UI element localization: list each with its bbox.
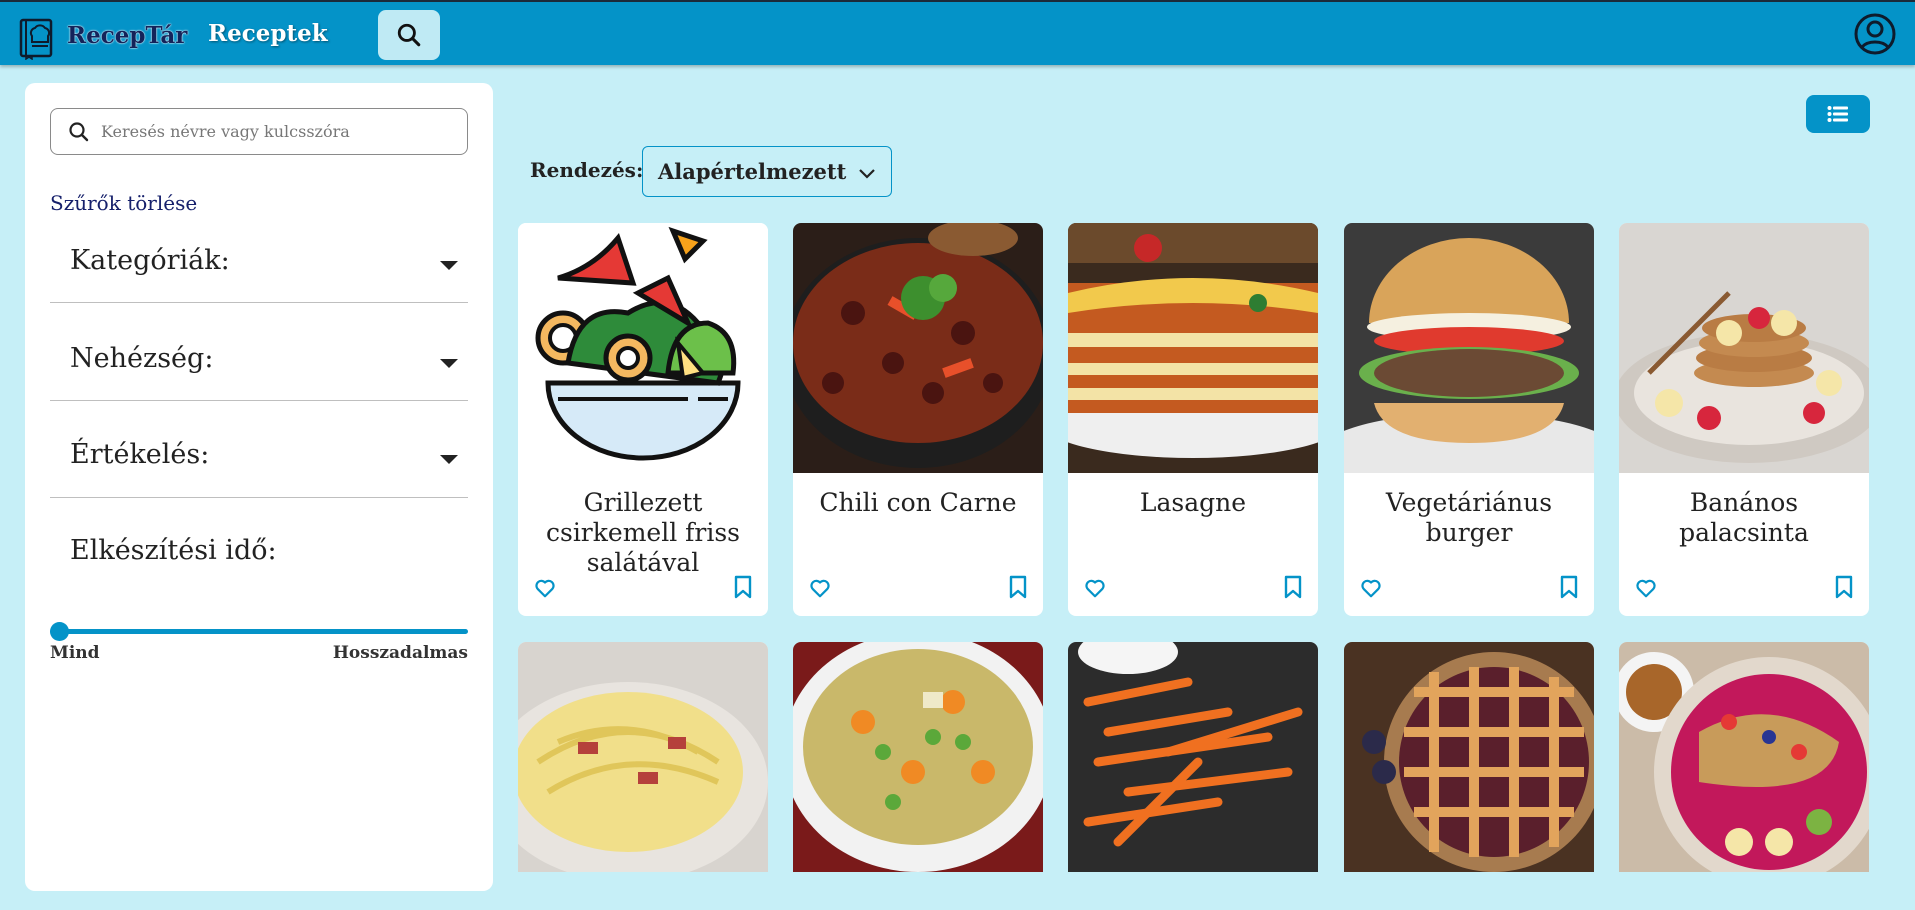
recipe-title[interactable]: Vegetáriánus burger bbox=[1352, 488, 1586, 548]
filter-categories[interactable]: Kategóriák: bbox=[50, 231, 468, 303]
prep-time-slider[interactable] bbox=[50, 629, 468, 634]
view-toggle-button[interactable] bbox=[1806, 95, 1870, 133]
chevron-down-icon bbox=[859, 169, 875, 179]
sort-label: Rendezés: bbox=[530, 158, 644, 182]
bookmark-icon[interactable] bbox=[1282, 575, 1304, 599]
top-navbar: RecepTár Receptek bbox=[0, 0, 1915, 65]
recipe-card[interactable] bbox=[518, 642, 768, 872]
recipe-card[interactable]: Banános palacsinta bbox=[1619, 223, 1869, 616]
heart-icon[interactable] bbox=[1360, 577, 1382, 599]
recipe-card[interactable]: Vegetáriánus burger bbox=[1344, 223, 1594, 616]
heart-icon[interactable] bbox=[534, 577, 556, 599]
caret-down-icon bbox=[440, 359, 458, 368]
sort-selected-value: Alapértelmezett bbox=[658, 159, 847, 184]
recipe-image-soup bbox=[793, 642, 1043, 872]
filter-sidebar: Szűrők törlése Kategóriák: Nehézség: Ért… bbox=[25, 83, 493, 891]
recipe-image-smoothie-bowl bbox=[1619, 642, 1869, 872]
user-circle-icon[interactable] bbox=[1854, 13, 1896, 55]
recipe-title[interactable]: Banános palacsinta bbox=[1627, 488, 1861, 548]
recipe-image-chili bbox=[793, 223, 1043, 473]
recipe-card[interactable]: Chili con Carne bbox=[793, 223, 1043, 616]
recipe-card[interactable]: Lasagne bbox=[1068, 223, 1318, 616]
recipe-title[interactable]: Chili con Carne bbox=[801, 488, 1035, 518]
bookmark-icon[interactable] bbox=[1558, 575, 1580, 599]
recipe-image-burger bbox=[1344, 223, 1594, 473]
recipe-title[interactable]: Lasagne bbox=[1076, 488, 1310, 518]
brand[interactable]: RecepTár bbox=[18, 10, 187, 60]
bookmark-icon[interactable] bbox=[1007, 575, 1029, 599]
heart-icon[interactable] bbox=[809, 577, 831, 599]
filter-rating[interactable]: Értékelés: bbox=[50, 401, 468, 498]
filter-difficulty[interactable]: Nehézség: bbox=[50, 303, 468, 401]
list-icon bbox=[1827, 106, 1848, 122]
slider-handle[interactable] bbox=[50, 622, 69, 641]
sidebar-search[interactable] bbox=[50, 108, 468, 155]
recipe-card[interactable] bbox=[1068, 642, 1318, 872]
heart-icon[interactable] bbox=[1084, 577, 1106, 599]
recipe-image-lasagne bbox=[1068, 223, 1318, 473]
search-input[interactable] bbox=[101, 122, 451, 141]
recipe-card[interactable] bbox=[1344, 642, 1594, 872]
header-search-button[interactable] bbox=[378, 10, 440, 60]
recipe-image-pancakes bbox=[1619, 223, 1869, 473]
recipe-card[interactable] bbox=[793, 642, 1043, 872]
slider-max-label: Hosszadalmas bbox=[332, 643, 468, 663]
recipe-card[interactable]: Grillezett csirkemell friss salátával bbox=[518, 223, 768, 616]
prep-time-label: Elkészítési idő: bbox=[70, 535, 277, 566]
chef-book-icon bbox=[19, 18, 53, 60]
recipe-title[interactable]: Grillezett csirkemell friss salátával bbox=[526, 488, 760, 578]
filter-label: Kategóriák: bbox=[70, 245, 230, 276]
brand-name: RecepTár bbox=[67, 21, 188, 49]
recipe-image-salad bbox=[518, 223, 768, 473]
search-icon bbox=[397, 23, 421, 47]
slider-min-label: Mind bbox=[50, 643, 100, 663]
nav-link-recipes[interactable]: Receptek bbox=[208, 20, 328, 47]
filter-label: Nehézség: bbox=[70, 343, 214, 374]
search-icon bbox=[69, 121, 89, 141]
clear-filters-link[interactable]: Szűrők törlése bbox=[50, 191, 197, 215]
heart-icon[interactable] bbox=[1635, 577, 1657, 599]
caret-down-icon bbox=[440, 261, 458, 270]
filter-label: Értékelés: bbox=[70, 439, 210, 470]
bookmark-icon[interactable] bbox=[1833, 575, 1855, 599]
recipe-image-carbonara bbox=[518, 642, 768, 872]
sort-select[interactable]: Alapértelmezett bbox=[642, 146, 892, 197]
recipe-image-fries bbox=[1068, 642, 1318, 872]
caret-down-icon bbox=[440, 455, 458, 464]
recipe-card[interactable] bbox=[1619, 642, 1869, 872]
recipe-image-pie bbox=[1344, 642, 1594, 872]
bookmark-icon[interactable] bbox=[732, 575, 754, 599]
